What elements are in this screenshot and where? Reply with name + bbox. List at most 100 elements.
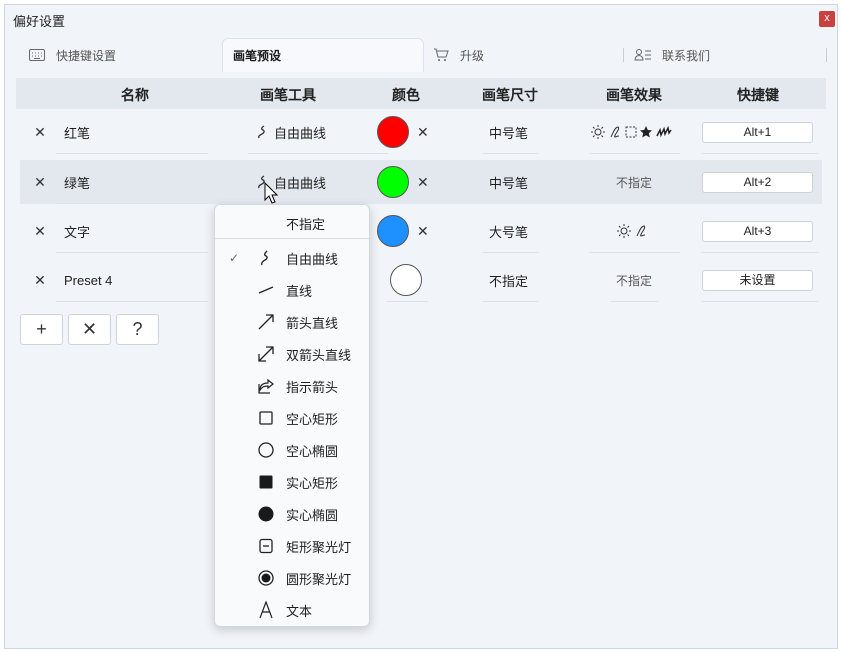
menu-item-rect-spotlight[interactable]: 矩形聚光灯 bbox=[215, 530, 369, 562]
underline bbox=[248, 153, 388, 154]
hotkey-field[interactable]: Alt+3 bbox=[702, 221, 813, 242]
header-hotkey: 快捷键 bbox=[737, 87, 779, 103]
tab-upgrade[interactable]: 升级 bbox=[432, 38, 484, 72]
tab-hotkeys-label: 快捷键设置 bbox=[56, 48, 117, 63]
header-tool: 画笔工具 bbox=[260, 87, 316, 103]
preset-name[interactable]: 文字 bbox=[64, 209, 90, 253]
arrow-line-icon bbox=[257, 313, 275, 331]
tab-hotkeys[interactable]: 快捷键设置 bbox=[28, 38, 116, 72]
color-swatch[interactable] bbox=[377, 116, 409, 148]
preset-name[interactable]: Preset 4 bbox=[64, 258, 112, 302]
clear-color-icon[interactable]: ✕ bbox=[417, 110, 429, 154]
double-arrow-icon bbox=[257, 345, 275, 363]
menu-item-label: 指示箭头 bbox=[286, 379, 339, 395]
tab-divider bbox=[826, 48, 827, 62]
tab-upgrade-label: 升级 bbox=[460, 48, 485, 63]
share-arrow-icon bbox=[257, 377, 275, 395]
remove-row-icon[interactable]: ✕ bbox=[32, 209, 48, 253]
effect-selector[interactable] bbox=[590, 209, 678, 253]
tool-label: 自由曲线 bbox=[274, 125, 327, 141]
color-picker[interactable] bbox=[377, 160, 409, 204]
check-icon: ✓ bbox=[229, 251, 240, 265]
menu-item-solid-ellipse[interactable]: 实心椭圆 bbox=[215, 498, 369, 530]
menu-item-hollow-rect[interactable]: 空心矩形 bbox=[215, 402, 369, 434]
color-picker[interactable] bbox=[377, 209, 409, 253]
effect-selector[interactable] bbox=[590, 110, 678, 154]
underline bbox=[610, 301, 658, 302]
menu-item-label: 双箭头直线 bbox=[286, 347, 352, 363]
underline bbox=[56, 301, 208, 302]
add-preset-button[interactable]: + bbox=[20, 314, 63, 345]
line-icon bbox=[257, 281, 275, 299]
header-effect: 画笔效果 bbox=[606, 87, 662, 103]
remove-row-icon[interactable]: ✕ bbox=[32, 258, 48, 302]
effect-selector[interactable]: 不指定 bbox=[590, 160, 678, 204]
menu-item-solid-rect[interactable]: 实心矩形 bbox=[215, 466, 369, 498]
underline bbox=[702, 252, 818, 253]
rect-spotlight-icon bbox=[257, 537, 275, 555]
size-selector[interactable]: 大号笔 bbox=[489, 209, 528, 253]
hollow-rect-icon bbox=[257, 409, 275, 427]
hotkey-field[interactable]: Alt+1 bbox=[702, 122, 813, 143]
menu-item-circle-spotlight[interactable]: 圆形聚光灯 bbox=[215, 562, 369, 594]
solid-ellipse-icon bbox=[257, 505, 275, 523]
menu-item-unspecified[interactable]: 不指定 bbox=[215, 205, 369, 239]
size-selector[interactable]: 不指定 bbox=[489, 258, 528, 302]
remove-row-icon[interactable]: ✕ bbox=[32, 160, 48, 204]
table-row[interactable]: ✕ 绿笔 自由曲线 ✕ 中号笔 不指定 Alt+2 bbox=[20, 160, 822, 204]
mouse-cursor-icon bbox=[264, 182, 278, 204]
table-row[interactable]: ✕ 红笔 自由曲线 ✕ 中号笔 Alt+1 bbox=[20, 110, 822, 154]
delete-preset-button[interactable]: ✕ bbox=[68, 314, 111, 345]
color-picker[interactable] bbox=[377, 110, 409, 154]
clear-color-icon[interactable]: ✕ bbox=[417, 209, 429, 253]
underline bbox=[56, 203, 208, 204]
menu-item-freehand[interactable]: ✓ 自由曲线 bbox=[215, 242, 369, 274]
size-selector[interactable]: 中号笔 bbox=[489, 110, 528, 154]
underline bbox=[482, 301, 538, 302]
hollow-ellipse-icon bbox=[257, 441, 275, 459]
menu-item-line[interactable]: 直线 bbox=[215, 274, 369, 306]
size-selector[interactable]: 中号笔 bbox=[489, 160, 528, 204]
hotkey-field[interactable]: Alt+2 bbox=[702, 172, 813, 193]
header-name: 名称 bbox=[121, 87, 149, 103]
underline bbox=[482, 153, 538, 154]
solid-rect-icon bbox=[257, 473, 275, 491]
tab-contact[interactable]: 联系我们 bbox=[634, 38, 710, 72]
help-button[interactable]: ? bbox=[116, 314, 159, 345]
menu-item-arrow-line[interactable]: 箭头直线 bbox=[215, 306, 369, 338]
text-icon bbox=[257, 601, 275, 619]
underline bbox=[702, 153, 818, 154]
color-swatch[interactable] bbox=[377, 166, 409, 198]
underline bbox=[702, 301, 818, 302]
tool-selector[interactable]: 自由曲线 bbox=[256, 110, 326, 154]
table-row[interactable]: ✕ 文字 ✕ 大号笔 Alt+3 bbox=[20, 209, 822, 253]
keyboard-icon bbox=[28, 46, 46, 64]
hotkey-field[interactable]: 未设置 bbox=[702, 270, 813, 291]
preset-name[interactable]: 红笔 bbox=[64, 110, 90, 154]
freehand-icon bbox=[258, 125, 265, 139]
remove-row-icon[interactable]: ✕ bbox=[32, 110, 48, 154]
menu-item-label: 空心矩形 bbox=[286, 411, 339, 427]
color-swatch[interactable] bbox=[377, 215, 409, 247]
close-button[interactable]: x bbox=[819, 11, 835, 27]
tool-dropdown-menu: 不指定 ✓ 自由曲线 直线 箭头直线 双箭头直线 指示箭头 空心矩形 空心椭圆 … bbox=[214, 204, 370, 627]
underline bbox=[56, 153, 208, 154]
menu-item-double-arrow[interactable]: 双箭头直线 bbox=[215, 338, 369, 370]
preset-name[interactable]: 绿笔 bbox=[64, 160, 90, 204]
clear-color-icon[interactable]: ✕ bbox=[417, 160, 429, 204]
menu-item-text[interactable]: 文本 bbox=[215, 594, 369, 626]
effect-selector[interactable]: 不指定 bbox=[590, 258, 678, 302]
table-row[interactable]: ✕ Preset 4 不指定 不指定 未设置 bbox=[20, 258, 822, 302]
menu-item-label: 圆形聚光灯 bbox=[286, 571, 352, 587]
menu-item-hollow-ellipse[interactable]: 空心椭圆 bbox=[215, 434, 369, 466]
menu-item-label: 空心椭圆 bbox=[286, 443, 339, 459]
tab-brush-presets-label: 画笔预设 bbox=[233, 49, 282, 63]
tab-brush-presets[interactable]: 画笔预设 bbox=[222, 38, 424, 72]
header-size: 画笔尺寸 bbox=[482, 87, 538, 103]
underline bbox=[56, 252, 208, 253]
effect-icons bbox=[591, 125, 672, 139]
menu-item-pointer-arrow[interactable]: 指示箭头 bbox=[215, 370, 369, 402]
underline bbox=[590, 153, 680, 154]
color-swatch[interactable] bbox=[390, 264, 422, 296]
color-picker[interactable] bbox=[390, 258, 422, 302]
